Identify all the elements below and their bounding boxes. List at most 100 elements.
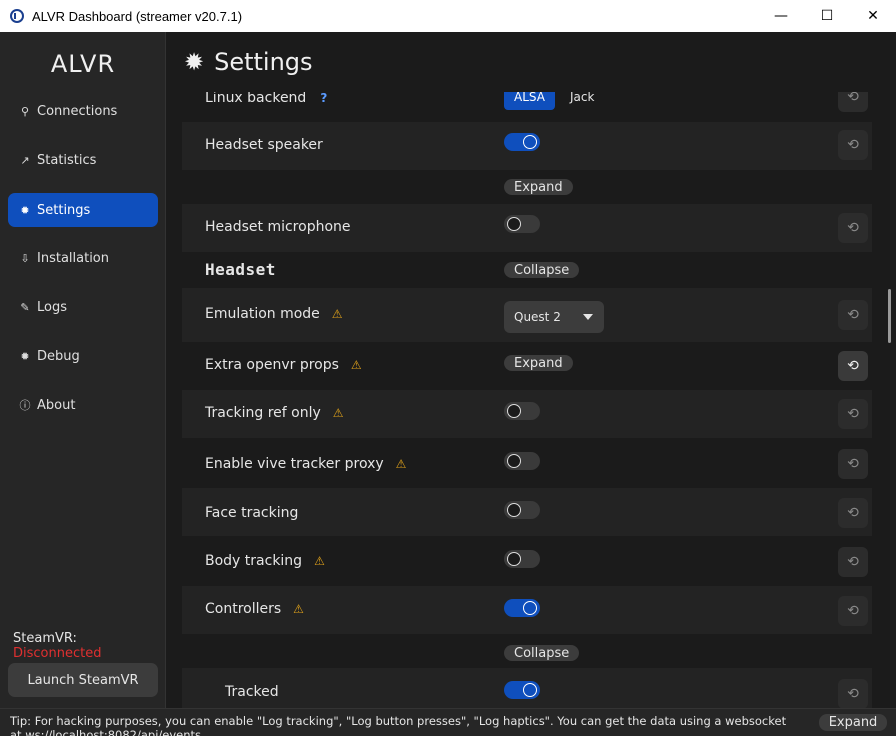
sidebar-item-connections[interactable]: ⚲ Connections xyxy=(8,94,158,128)
setting-label: Headset microphone xyxy=(205,219,351,235)
body-tracking-toggle[interactable] xyxy=(504,550,540,568)
headset-collapse-control: Collapse xyxy=(504,262,580,278)
reset-icon[interactable]: ⟲ xyxy=(838,679,868,708)
sidebar-item-statistics[interactable]: ↗ Statistics xyxy=(8,143,158,177)
setting-row-body-tracking: Body tracking ⚠ ⟲ xyxy=(182,536,872,586)
sidebar-item-label: Connections xyxy=(37,103,118,119)
sidebar-item-label: About xyxy=(37,397,76,413)
warning-icon: ⚠ xyxy=(293,602,304,616)
setting-row-headset-speaker: Headset speaker ⟲ xyxy=(182,122,872,170)
tracked-toggle[interactable] xyxy=(504,681,540,699)
setting-label: Tracked xyxy=(225,684,279,700)
reset-icon[interactable]: ⟲ xyxy=(838,351,868,381)
collapse-button[interactable]: Collapse xyxy=(504,262,580,278)
expand-button[interactable]: Expand xyxy=(504,355,573,371)
tracking-ref-only-label: Tracking ref only xyxy=(205,405,321,421)
help-icon[interactable]: ? xyxy=(320,91,327,105)
title-bar: ALVR Dashboard (streamer v20.7.1) — ☐ ✕ xyxy=(0,0,896,32)
chevron-down-icon xyxy=(583,314,593,320)
headset-speaker-toggle[interactable] xyxy=(504,133,540,151)
setting-label: Extra openvr props ⚠ xyxy=(205,357,362,373)
expand-button[interactable]: Expand xyxy=(504,179,573,195)
maximize-button[interactable]: ☐ xyxy=(804,0,850,32)
section-headset: Headset Collapse xyxy=(182,252,872,288)
toggle-switch[interactable] xyxy=(504,501,540,519)
steamvr-label: SteamVR: xyxy=(13,631,77,646)
reset-icon[interactable]: ⟲ xyxy=(838,596,868,626)
emulation-mode-dropdown[interactable]: Quest 2 xyxy=(504,301,604,333)
toggle-switch[interactable] xyxy=(504,599,540,617)
sidebar-item-label: Debug xyxy=(37,348,80,364)
minimize-button[interactable]: — xyxy=(758,0,804,32)
sidebar-item-settings[interactable]: ✹ Settings xyxy=(8,193,158,227)
tip-expand-button[interactable]: Expand xyxy=(819,714,887,731)
warning-icon: ⚠ xyxy=(395,457,407,471)
toggle-switch[interactable] xyxy=(504,133,540,151)
setting-label: Enable vive tracker proxy ⚠ xyxy=(205,456,406,472)
sidebar-item-about[interactable]: ⓘ About xyxy=(8,388,158,422)
reset-icon[interactable]: ⟲ xyxy=(838,399,868,429)
page-header: ✹ Settings xyxy=(166,32,896,92)
toggle-switch[interactable] xyxy=(504,681,540,699)
launch-steamvr-button[interactable]: Launch SteamVR xyxy=(8,663,158,697)
toggle-switch[interactable] xyxy=(504,402,540,420)
controllers-collapse-control: Collapse xyxy=(504,645,580,661)
extra-openvr-props-control: Expand xyxy=(504,355,573,371)
body-tracking-label: Body tracking xyxy=(205,553,303,569)
toggle-switch[interactable] xyxy=(504,215,540,233)
steamvr-status-value: Disconnected xyxy=(13,646,102,661)
window-controls: — ☐ ✕ xyxy=(758,0,896,32)
setting-row-tracking-ref-only: Tracking ref only ⚠ ⟲ xyxy=(182,390,872,438)
tracking-ref-only-toggle[interactable] xyxy=(504,402,540,420)
toggle-switch[interactable] xyxy=(504,550,540,568)
installation-icon: ⇩ xyxy=(20,251,30,265)
reset-icon[interactable]: ⟲ xyxy=(838,547,868,577)
setting-label: Controllers ⚠ xyxy=(205,601,304,617)
headset-microphone-toggle[interactable] xyxy=(504,215,540,233)
reset-icon[interactable]: ⟲ xyxy=(838,213,868,243)
reset-icon[interactable]: ⟲ xyxy=(838,130,868,160)
emulation-mode-control: Quest 2 xyxy=(504,301,604,333)
collapse-button[interactable]: Collapse xyxy=(504,645,580,661)
setting-label: Face tracking xyxy=(205,505,299,521)
setting-label: Tracking ref only ⚠ xyxy=(205,405,344,421)
warning-icon: ⚠ xyxy=(350,358,362,372)
close-button[interactable]: ✕ xyxy=(850,0,896,32)
warning-icon: ⚠ xyxy=(331,307,343,321)
setting-row-face-tracking: Face tracking ⟲ xyxy=(182,488,872,536)
setting-row-controllers: Controllers ⚠ ⟲ xyxy=(182,586,872,634)
tip-bar: Tip: For hacking purposes, you can enabl… xyxy=(0,708,896,736)
window-title: ALVR Dashboard (streamer v20.7.1) xyxy=(32,8,243,24)
reset-icon[interactable]: ⟲ xyxy=(838,449,868,479)
reset-icon[interactable]: ⟲ xyxy=(838,498,868,528)
sidebar-item-installation[interactable]: ⇩ Installation xyxy=(8,241,158,275)
setting-label: Headset speaker xyxy=(205,137,323,153)
setting-row-emulation-mode: Emulation mode ⚠ Quest 2 ⟲ xyxy=(182,288,872,342)
section-title: Headset xyxy=(205,260,276,279)
gear-icon: ✹ xyxy=(20,203,30,217)
settings-list[interactable]: Linux backend ? ALSA Jack ⟲ Headset spea… xyxy=(182,32,891,708)
face-tracking-toggle[interactable] xyxy=(504,501,540,519)
setting-row-controllers-collapse: Collapse xyxy=(182,634,872,668)
setting-row-vive-tracker-proxy: Enable vive tracker proxy ⚠ ⟲ xyxy=(182,438,872,488)
sidebar-item-label: Settings xyxy=(37,202,91,218)
controllers-toggle[interactable] xyxy=(504,599,540,617)
connections-icon: ⚲ xyxy=(20,104,30,118)
reset-icon[interactable]: ⟲ xyxy=(838,300,868,330)
setting-label: Emulation mode ⚠ xyxy=(205,306,343,322)
scrollbar-thumb[interactable] xyxy=(888,289,891,343)
logs-icon: ✎ xyxy=(20,300,30,314)
steamvr-status: SteamVR: Disconnected xyxy=(13,631,165,661)
setting-label: Body tracking ⚠ xyxy=(205,553,325,569)
sidebar-item-logs[interactable]: ✎ Logs xyxy=(8,290,158,324)
warning-icon: ⚠ xyxy=(314,554,325,568)
setting-row-speaker-expand: Expand xyxy=(182,170,872,204)
linux-backend-label: Linux backend xyxy=(205,90,307,106)
controllers-label: Controllers xyxy=(205,601,282,617)
setting-label: Linux backend ? xyxy=(205,90,327,106)
sidebar: ALVR ⚲ Connections ↗ Statistics ✹ Settin… xyxy=(0,32,166,708)
toggle-switch[interactable] xyxy=(504,452,540,470)
setting-row-tracked: Tracked ⟲ xyxy=(182,668,872,708)
vive-tracker-proxy-toggle[interactable] xyxy=(504,452,540,470)
sidebar-item-debug[interactable]: ✹ Debug xyxy=(8,339,158,373)
